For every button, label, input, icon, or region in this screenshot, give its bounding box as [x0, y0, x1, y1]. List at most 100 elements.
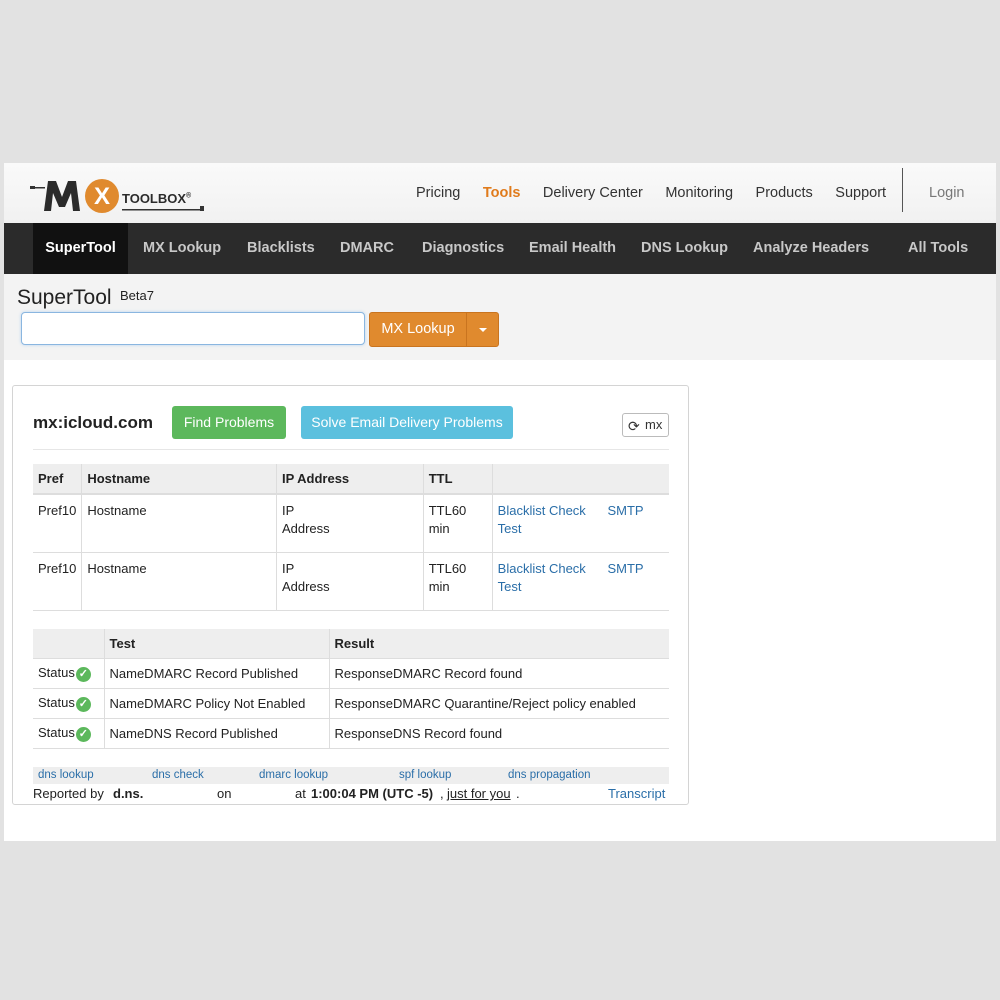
result-cell: ResponseDMARC Quarantine/Reject policy e… [329, 688, 669, 719]
status-cell: Status ✓ [33, 658, 105, 689]
ip-cell: IP Address [276, 552, 424, 611]
result-cell: ResponseDNS Record found [329, 718, 669, 749]
ttl-value: TTL60 min [428, 503, 467, 536]
browser-page: X TOOLBOX® Pricing Tools Delivery Center… [4, 163, 996, 841]
pref-cell: Pref10 [33, 552, 83, 611]
refresh-label: mx [645, 417, 663, 432]
on-label: on [217, 786, 232, 801]
spf-lookup-link[interactable]: spf lookup [399, 769, 451, 781]
top-header: X TOOLBOX® Pricing Tools Delivery Center… [4, 163, 996, 223]
table-row: Pref10 Hostname IP Address TTL60 min Bla… [33, 494, 669, 553]
status-label: Status [38, 695, 75, 711]
reported-by-label: Reported by [33, 786, 104, 801]
ttl-cell: TTL60 min [423, 494, 493, 553]
check-circle-icon: ✓ [75, 696, 91, 712]
col-header-hostname: Hostname [81, 464, 277, 495]
report-time: 1:00:04 PM (UTC -5) [311, 786, 434, 801]
col-header-actions [492, 464, 669, 495]
col-header-test: Test [104, 629, 330, 659]
tab-all-tools[interactable]: All Tools [908, 223, 968, 274]
logo-wordmark: TOOLBOX® [122, 191, 192, 206]
login-link[interactable]: Login [929, 185, 964, 201]
col-header-pref: Pref [33, 464, 83, 495]
transcript-link[interactable]: Transcript [608, 786, 665, 801]
actions-cell: Blacklist Check SMTP Test [492, 494, 669, 553]
mx-records-table: Pref Hostname IP Address TTL Pref10 Host… [33, 464, 669, 611]
status-label: Status [38, 725, 75, 741]
hostname-cell: Hostname [81, 552, 277, 611]
ttl-cell: TTL60 min [423, 552, 493, 611]
ip-value: IP Address [281, 561, 330, 594]
nav-support[interactable]: Support [835, 185, 886, 201]
dns-propagation-link[interactable]: dns propagation [508, 769, 590, 781]
col-header-result: Result [329, 629, 669, 659]
dns-check-link[interactable]: dns check [152, 769, 204, 781]
test-cell: NameDNS Record Published [104, 718, 330, 749]
tab-analyze-headers[interactable]: Analyze Headers [753, 223, 869, 274]
check-circle-icon: ✓ [75, 726, 91, 742]
blacklist-check-link[interactable]: Blacklist Check [498, 561, 586, 576]
pref-cell: Pref10 [33, 494, 83, 553]
table-row: Pref10 Hostname IP Address TTL60 min Bla… [33, 552, 669, 611]
hostname-cell: Hostname [81, 494, 277, 553]
svg-text:X: X [94, 183, 110, 210]
actions-cell: Blacklist Check SMTP Test [492, 552, 669, 611]
main-nav: SuperTool MX Lookup Blacklists DMARC Dia… [4, 223, 996, 274]
table-row: Status ✓ NameDMARC Record Published Respo… [33, 658, 669, 689]
supertool-bar: SuperTool Beta7 MX Lookup [4, 274, 996, 360]
nav-monitoring[interactable]: Monitoring [665, 185, 733, 201]
solve-delivery-problems-button[interactable]: Solve Email Delivery Problems [301, 406, 513, 439]
table-row: Status ✓ NameDMARC Policy Not Enabled Res… [33, 688, 669, 719]
col-header-status [33, 629, 105, 659]
supertool-title: SuperTool [17, 286, 112, 309]
ip-cell: IP Address [276, 494, 424, 553]
col-header-ttl: TTL [423, 464, 493, 495]
dmarc-lookup-link[interactable]: dmarc lookup [259, 769, 328, 781]
nav-delivery-center[interactable]: Delivery Center [543, 185, 643, 201]
at-label: at [295, 786, 306, 801]
status-cell: Status ✓ [33, 688, 105, 719]
find-problems-button[interactable]: Find Problems [172, 406, 286, 439]
divider [33, 449, 669, 450]
status-label: Status [38, 665, 75, 681]
tab-mx-lookup[interactable]: MX Lookup [143, 223, 221, 274]
table-row: Status ✓ NameDNS Record Published Respons… [33, 718, 669, 749]
beta-badge: Beta7 [120, 288, 154, 303]
dns-lookup-link[interactable]: dns lookup [38, 769, 94, 781]
col-header-ip-address: IP Address [276, 464, 424, 495]
table-header-row: Pref Hostname IP Address TTL [33, 464, 669, 495]
blacklist-check-link[interactable]: Blacklist Check [498, 503, 586, 518]
test-cell: NameDMARC Policy Not Enabled [104, 688, 330, 719]
reporter-name: d.ns. [113, 786, 144, 801]
ip-value: IP Address [281, 503, 330, 536]
results-panel: mx:icloud.com Find Problems Solve Email … [12, 385, 689, 805]
tab-email-health[interactable]: Email Health [529, 223, 616, 274]
search-input[interactable] [21, 312, 365, 345]
just-for-you-link[interactable]: just for you [447, 786, 511, 801]
status-cell: Status ✓ [33, 718, 105, 749]
tests-table: Test Result Status ✓ NameDMARC Record Pub… [33, 629, 669, 749]
lookup-dropdown-toggle[interactable] [466, 312, 499, 347]
refresh-mx-button[interactable]: ⟳ mx [622, 413, 669, 437]
tab-supertool[interactable]: SuperTool [33, 223, 128, 274]
result-domain: mx:icloud.com [33, 413, 153, 432]
refresh-icon: ⟳ [628, 418, 640, 434]
tab-dns-lookup[interactable]: DNS Lookup [641, 223, 728, 274]
mx-lookup-button[interactable]: MX Lookup [369, 312, 467, 347]
nav-products[interactable]: Products [756, 185, 813, 201]
tab-diagnostics[interactable]: Diagnostics [422, 223, 504, 274]
table-header-row: Test Result [33, 629, 669, 659]
nav-tools[interactable]: Tools [483, 185, 521, 201]
test-cell: NameDMARC Record Published [104, 658, 330, 689]
comma: , [440, 786, 444, 801]
related-tools-bar: dns lookup dns check dmarc lookup spf lo… [33, 767, 669, 784]
chevron-down-icon [479, 328, 487, 332]
tab-blacklists[interactable]: Blacklists [247, 223, 315, 274]
header-divider [902, 168, 903, 212]
period: . [516, 786, 520, 801]
nav-pricing[interactable]: Pricing [416, 185, 460, 201]
tab-dmarc[interactable]: DMARC [340, 223, 394, 274]
ttl-value: TTL60 min [428, 561, 467, 594]
top-nav: Pricing Tools Delivery Center Monitoring… [416, 163, 909, 223]
mxtoolbox-logo[interactable]: X TOOLBOX® [30, 177, 205, 215]
